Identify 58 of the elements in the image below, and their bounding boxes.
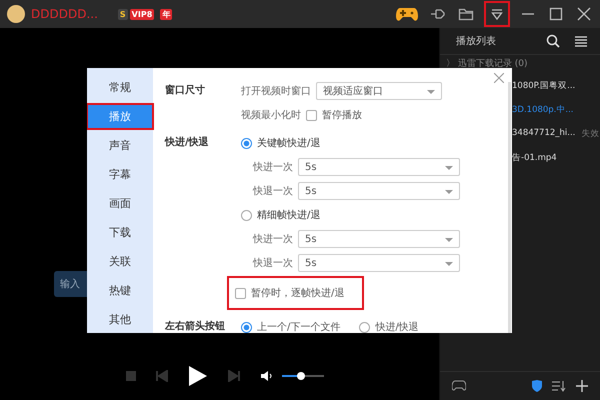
step-dropdown[interactable]: 5s bbox=[298, 182, 460, 200]
gamepad-icon[interactable] bbox=[452, 380, 466, 392]
step-dropdown[interactable]: 5s bbox=[298, 230, 460, 248]
folder-icon[interactable] bbox=[458, 6, 474, 22]
shield-icon[interactable] bbox=[532, 380, 542, 392]
field-label: 快退一次 bbox=[253, 184, 293, 198]
playlist-item[interactable]: 34847712_hi... bbox=[512, 128, 576, 140]
settings-tab[interactable]: 关联 bbox=[88, 250, 152, 273]
field-label: 快进一次 bbox=[253, 160, 293, 174]
avatar[interactable] bbox=[7, 5, 25, 23]
playlist-group[interactable]: 〉 迅雷下载记录 (0) bbox=[446, 57, 594, 70]
settings-tab[interactable]: 其他 bbox=[88, 308, 152, 331]
menu-icon[interactable] bbox=[574, 34, 588, 48]
radio-button[interactable] bbox=[241, 138, 252, 148]
settings-tab[interactable]: 画面 bbox=[88, 192, 152, 215]
radio-button[interactable] bbox=[241, 210, 252, 220]
settings-tab[interactable]: 常规 bbox=[88, 76, 152, 99]
radio-label: 精细帧快进/退 bbox=[257, 208, 320, 222]
close-icon[interactable] bbox=[576, 6, 592, 22]
radio-button[interactable] bbox=[359, 322, 370, 332]
step-dropdown[interactable]: 5s bbox=[298, 158, 460, 176]
badge: VIP8 bbox=[130, 8, 154, 20]
playlist-item[interactable]: 告-01.mp4 bbox=[512, 152, 557, 164]
playlist-item[interactable]: 1080P.国粤双... bbox=[512, 80, 576, 92]
maximize-icon[interactable] bbox=[548, 6, 564, 22]
section-label: 左右箭头按钮 bbox=[165, 320, 226, 333]
radio-label: 上一个/下一个文件 bbox=[257, 320, 340, 333]
sort-icon[interactable] bbox=[552, 380, 566, 392]
window-size-dropdown[interactable]: 视频适应窗口 bbox=[316, 82, 442, 100]
radio-label: 关键帧快进/退 bbox=[257, 136, 320, 150]
checkbox-label: 暂停播放 bbox=[322, 108, 362, 122]
radio-label: 快进/快退 bbox=[375, 320, 419, 333]
search-icon[interactable] bbox=[546, 34, 560, 48]
field-label: 视频最小化时 bbox=[241, 108, 301, 122]
field-label: 打开视频时窗口 bbox=[241, 84, 311, 98]
gamepad-icon[interactable] bbox=[396, 5, 418, 23]
step-dropdown[interactable]: 5s bbox=[298, 254, 460, 272]
checkbox[interactable] bbox=[235, 288, 246, 298]
field-label: 快退一次 bbox=[253, 256, 293, 270]
add-icon[interactable] bbox=[576, 380, 588, 392]
settings-tab[interactable]: 字幕 bbox=[88, 163, 152, 186]
item-status: 失效 bbox=[581, 128, 600, 140]
settings-tab[interactable]: 下载 bbox=[88, 221, 152, 244]
playlist-item[interactable]: 3D.1080p.中... bbox=[512, 104, 574, 116]
dropdown-menu-icon[interactable] bbox=[486, 3, 508, 25]
badge: 年 bbox=[160, 8, 172, 20]
playlist-title: 播放列表 bbox=[456, 34, 497, 48]
section-label: 窗口尺寸 bbox=[165, 84, 206, 98]
settings-tab[interactable]: 声音 bbox=[88, 134, 152, 157]
volume-icon[interactable] bbox=[260, 370, 274, 382]
user-name: DDDDDD... bbox=[31, 7, 98, 21]
checkbox-label: 暂停时，逐帧快进/退 bbox=[251, 286, 344, 300]
field-label: 快进一次 bbox=[253, 232, 293, 246]
play-icon[interactable] bbox=[188, 365, 208, 387]
checkbox[interactable] bbox=[306, 110, 317, 120]
section-label: 快进/快退 bbox=[165, 136, 210, 150]
badge: S bbox=[118, 8, 128, 20]
radio-button[interactable] bbox=[241, 322, 252, 332]
